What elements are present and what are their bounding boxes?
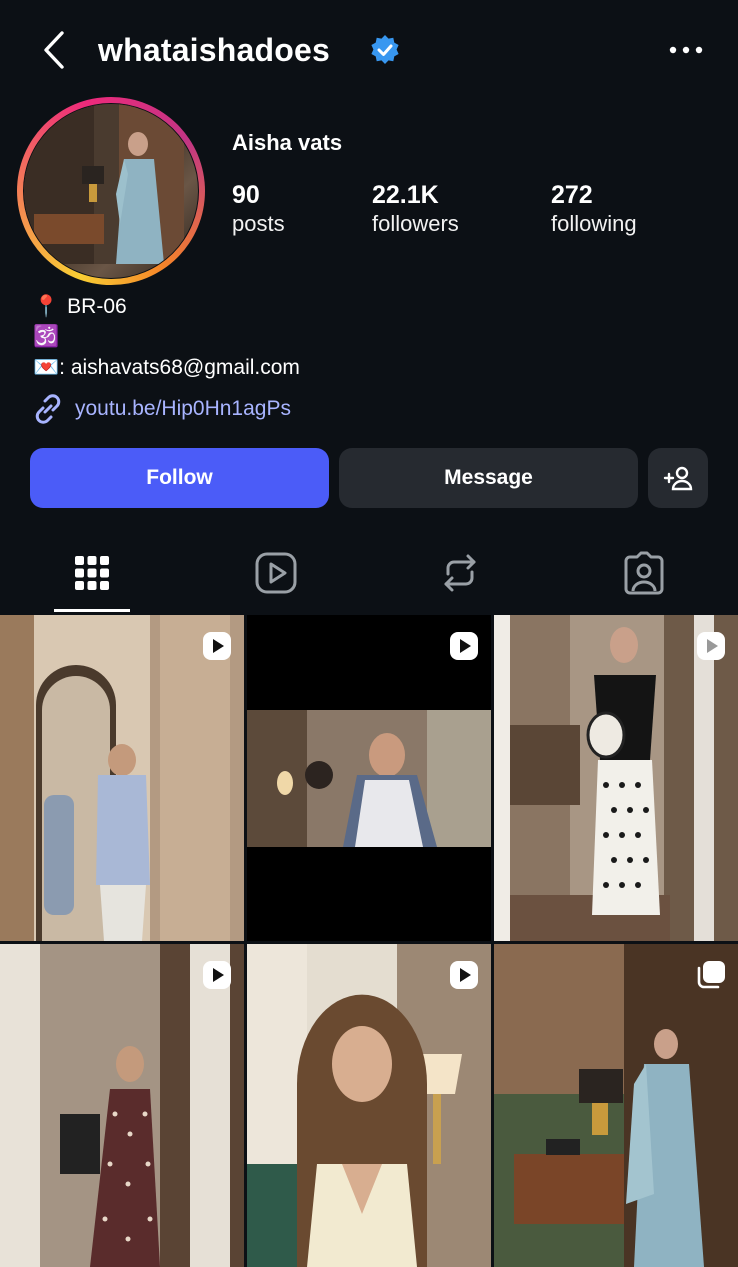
om-emoji: 🕉️ <box>33 325 60 348</box>
reel-icon <box>203 632 231 660</box>
stat-following[interactable]: 272 following <box>551 180 637 238</box>
carousel-icon <box>697 961 725 989</box>
post-tile[interactable] <box>494 615 738 941</box>
tab-reposts[interactable] <box>420 543 500 603</box>
tab-tagged[interactable] <box>604 543 684 603</box>
avatar-image <box>24 104 198 278</box>
stat-followers-label: followers <box>372 211 459 236</box>
post-tile[interactable] <box>247 944 491 1267</box>
tab-reels[interactable] <box>236 543 316 603</box>
bio-link[interactable]: youtu.be/Hip0Hn1agPs <box>31 392 291 426</box>
bio-link-text[interactable]: youtu.be/Hip0Hn1agPs <box>75 397 291 421</box>
bio-location-text: BR-06 <box>67 295 127 318</box>
reel-icon <box>450 632 478 660</box>
suggest-accounts-button[interactable] <box>648 448 708 508</box>
post-thumbnail <box>247 615 491 941</box>
profile-username: whataishadoes <box>98 31 331 68</box>
active-tab-indicator <box>54 609 130 612</box>
post-tile[interactable] <box>494 944 738 1267</box>
repost-icon <box>444 554 476 592</box>
reels-icon <box>255 552 297 594</box>
stat-followers[interactable]: 22.1K followers <box>372 180 459 238</box>
bio-email: 💌 : aishavats68@gmail.com <box>33 356 300 380</box>
post-thumbnail <box>494 944 738 1267</box>
more-horizontal-icon <box>669 46 703 54</box>
tagged-icon <box>624 551 664 595</box>
reel-icon <box>450 961 478 989</box>
reel-icon <box>697 632 725 660</box>
bio-location: 📍 BR-06 <box>33 295 127 319</box>
stat-posts-label: posts <box>232 211 285 236</box>
post-thumbnail <box>247 944 491 1267</box>
message-button[interactable]: Message <box>339 448 638 508</box>
tab-grid[interactable] <box>52 543 132 603</box>
post-tile[interactable] <box>0 615 244 941</box>
bio-symbol: 🕉️ <box>33 325 59 349</box>
stat-posts-count: 90 <box>232 181 260 209</box>
stat-following-label: following <box>551 211 637 236</box>
grid-icon <box>75 556 109 590</box>
post-thumbnail <box>0 944 244 1267</box>
add-person-icon <box>663 466 693 491</box>
chevron-left-icon <box>44 31 64 69</box>
post-tile[interactable] <box>247 615 491 941</box>
follow-button[interactable]: Follow <box>30 448 329 508</box>
bio-email-text: : aishavats68@gmail.com <box>59 356 300 379</box>
stat-following-count: 272 <box>551 181 593 209</box>
profile-picture[interactable] <box>17 97 205 285</box>
pin-emoji: 📍 <box>33 295 60 318</box>
reel-icon <box>203 961 231 989</box>
stat-posts[interactable]: 90 posts <box>232 180 285 238</box>
more-options-button[interactable] <box>664 30 708 70</box>
stat-followers-count: 22.1K <box>372 181 439 209</box>
post-thumbnail <box>0 615 244 941</box>
verified-badge-icon <box>371 35 399 64</box>
back-button[interactable] <box>34 28 74 72</box>
post-tile[interactable] <box>0 944 244 1267</box>
profile-full-name: Aisha vats <box>232 130 343 155</box>
link-icon <box>35 394 61 424</box>
love-letter-emoji: 💌 <box>33 356 60 379</box>
post-thumbnail <box>494 615 738 941</box>
